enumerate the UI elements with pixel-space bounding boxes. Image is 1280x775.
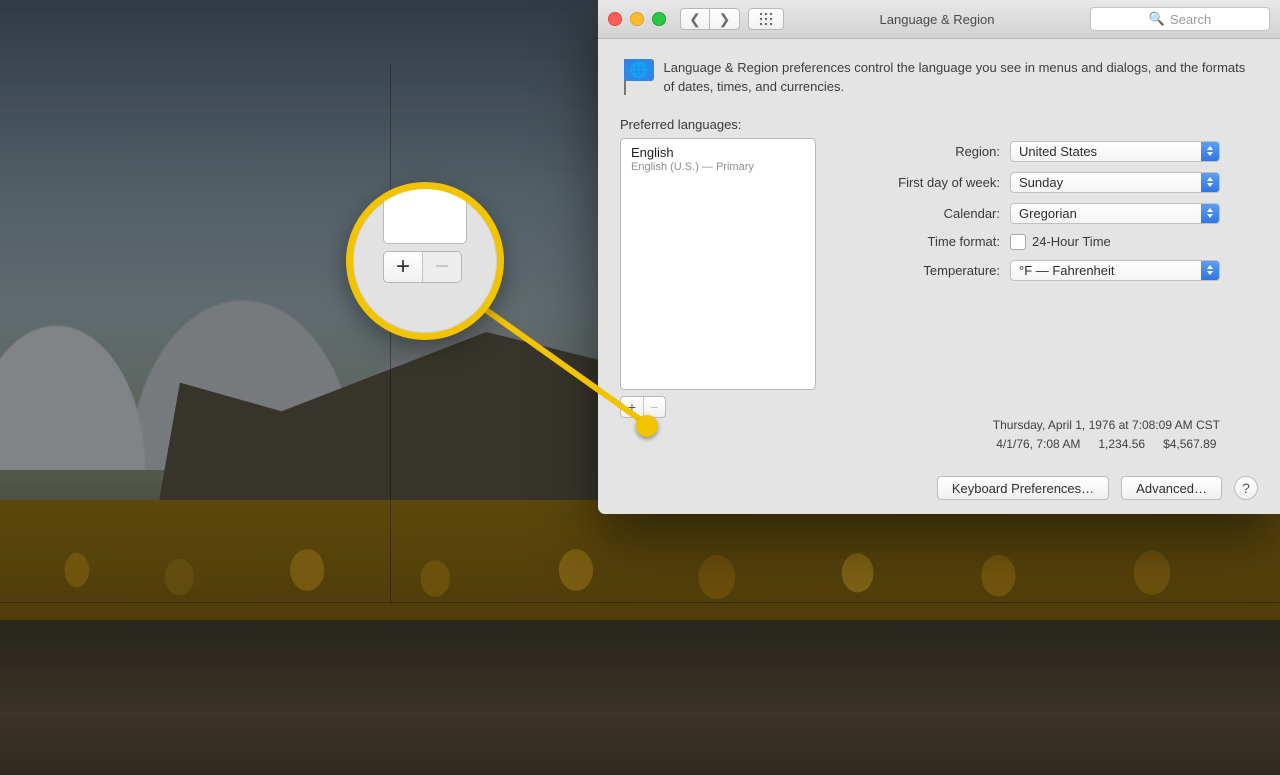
callout-magnifier: + − [346, 182, 504, 340]
magnified-add-remove: + − [383, 251, 462, 283]
description-text: Language & Region preferences control th… [663, 57, 1258, 97]
grid-icon [759, 12, 773, 26]
temperature-select[interactable]: °F — Fahrenheit [1010, 260, 1220, 281]
temperature-label: Temperature: [870, 263, 1000, 278]
first-day-value: Sunday [1019, 175, 1063, 190]
advanced-button[interactable]: Advanced… [1121, 476, 1222, 500]
search-placeholder: Search [1170, 12, 1211, 27]
region-select[interactable]: United States [1010, 141, 1220, 162]
language-region-window: ❮ ❯ Language & Region 🔍 Search 🌐 Languag… [598, 0, 1280, 514]
window-controls [608, 12, 666, 26]
show-all-button[interactable] [748, 8, 784, 30]
zoom-window-button[interactable] [652, 12, 666, 26]
example-currency: $4,567.89 [1163, 435, 1216, 454]
back-button[interactable]: ❮ [680, 8, 710, 30]
language-add-remove: + − [620, 396, 666, 418]
select-arrows-icon [1201, 204, 1219, 223]
region-value: United States [1019, 144, 1097, 159]
search-icon: 🔍 [1149, 11, 1165, 27]
magnified-remove-button: − [422, 252, 461, 282]
help-button[interactable]: ? [1234, 476, 1258, 500]
language-subtitle: English (U.S.) — Primary [631, 161, 805, 173]
forward-button[interactable]: ❯ [710, 8, 740, 30]
language-region-icon: 🌐 [620, 57, 649, 95]
select-arrows-icon [1201, 142, 1219, 161]
magnified-add-button: + [384, 252, 422, 282]
first-day-select[interactable]: Sunday [1010, 172, 1220, 193]
first-day-label: First day of week: [870, 175, 1000, 190]
calendar-label: Calendar: [870, 206, 1000, 221]
magnified-list-edge [383, 189, 467, 244]
add-language-button[interactable]: + [621, 397, 643, 417]
chevron-left-icon: ❮ [689, 11, 701, 28]
language-name: English [631, 145, 805, 160]
search-input[interactable]: 🔍 Search [1090, 7, 1270, 31]
time-format-label: Time format: [870, 234, 1000, 249]
close-window-button[interactable] [608, 12, 622, 26]
list-item[interactable]: English English (U.S.) — Primary [621, 139, 815, 180]
minimize-window-button[interactable] [630, 12, 644, 26]
window-title: Language & Region [792, 12, 1082, 27]
preferred-languages-list[interactable]: English English (U.S.) — Primary [620, 138, 816, 390]
remove-language-button[interactable]: − [643, 397, 665, 417]
temperature-value: °F — Fahrenheit [1019, 263, 1115, 278]
format-examples: Thursday, April 1, 1976 at 7:08:09 AM CS… [993, 416, 1220, 454]
example-long-date: Thursday, April 1, 1976 at 7:08:09 AM CS… [993, 416, 1220, 435]
calendar-value: Gregorian [1019, 206, 1077, 221]
select-arrows-icon [1201, 261, 1219, 280]
calendar-select[interactable]: Gregorian [1010, 203, 1220, 224]
24-hour-checkbox[interactable] [1010, 234, 1026, 250]
example-number: 1,234.56 [1098, 435, 1145, 454]
region-label: Region: [870, 144, 1000, 159]
preferred-languages-label: Preferred languages: [620, 117, 820, 132]
keyboard-preferences-button[interactable]: Keyboard Preferences… [937, 476, 1109, 500]
titlebar: ❮ ❯ Language & Region 🔍 Search [598, 0, 1280, 39]
select-arrows-icon [1201, 173, 1219, 192]
24-hour-label: 24-Hour Time [1032, 234, 1111, 249]
example-short-date: 4/1/76, 7:08 AM [996, 435, 1080, 454]
callout-dot [636, 415, 658, 437]
chevron-right-icon: ❯ [719, 11, 731, 28]
nav-buttons: ❮ ❯ [680, 8, 740, 30]
